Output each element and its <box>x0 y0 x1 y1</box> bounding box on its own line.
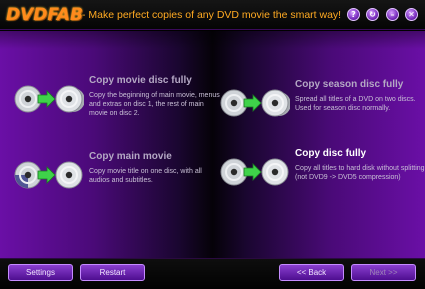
copy-mode-panel: Copy movie disc fully Copy the beginning… <box>0 31 425 258</box>
title-bar: DVDFAB - Make perfect copies of any DVD … <box>0 0 425 30</box>
option-copy-movie-disc-fully[interactable]: Copy movie disc fully Copy the beginning… <box>14 75 220 135</box>
minimize-button[interactable]: – <box>386 8 399 21</box>
dvd-disc-icon <box>261 158 289 186</box>
settings-button[interactable]: Settings <box>8 264 73 281</box>
dvd-disc-icon <box>14 161 42 189</box>
option-copy-season-disc-fully[interactable]: Copy season disc fully Spread all titles… <box>220 79 420 139</box>
option-title: Copy movie disc fully <box>89 75 192 86</box>
next-button[interactable]: Next >> <box>351 264 416 281</box>
option-description: Copy movie title on one disc, with all a… <box>89 168 202 184</box>
option-title: Copy season disc fully <box>295 79 404 90</box>
option-copy-disc-fully[interactable]: Copy disc fully Copy all titles to hard … <box>220 148 425 208</box>
option-title: Copy disc fully <box>295 148 367 159</box>
refresh-button[interactable]: ↻ <box>366 8 379 21</box>
disc-copy-icon <box>220 158 289 186</box>
help-button[interactable]: ? <box>347 8 360 21</box>
dvd-disc-icon <box>261 89 290 117</box>
app-logo: DVDFAB <box>6 5 83 25</box>
green-arrow-icon <box>243 163 262 181</box>
green-arrow-icon <box>37 166 56 184</box>
close-button[interactable]: ✕ <box>405 8 418 21</box>
bottom-toolbar: Settings Restart << Back Next >> <box>0 258 425 289</box>
dvd-disc-icon <box>14 85 42 113</box>
disc-copy-icon <box>14 85 84 113</box>
back-button[interactable]: << Back <box>279 264 344 281</box>
dvd-disc-icon <box>220 89 248 117</box>
option-description: Spread all titles of a DVD on two discs.… <box>295 96 416 112</box>
option-description: Copy the beginning of main movie, menus … <box>89 92 220 117</box>
option-description: Copy all titles to hard disk without spl… <box>295 165 425 181</box>
option-copy-main-movie[interactable]: Copy main movie Copy movie title on one … <box>14 151 214 211</box>
disc-copy-icon <box>220 89 290 117</box>
dvd-disc-icon <box>55 161 83 189</box>
restart-button[interactable]: Restart <box>80 264 145 281</box>
option-title: Copy main movie <box>89 151 172 162</box>
green-arrow-icon <box>37 90 56 108</box>
dvd-disc-icon <box>220 158 248 186</box>
disc-copy-icon <box>14 161 83 189</box>
dvdfab-window: DVDFAB - Make perfect copies of any DVD … <box>0 0 425 289</box>
app-tagline: - Make perfect copies of any DVD movie t… <box>82 9 342 21</box>
dvd-disc-icon <box>55 85 84 113</box>
green-arrow-icon <box>243 94 262 112</box>
